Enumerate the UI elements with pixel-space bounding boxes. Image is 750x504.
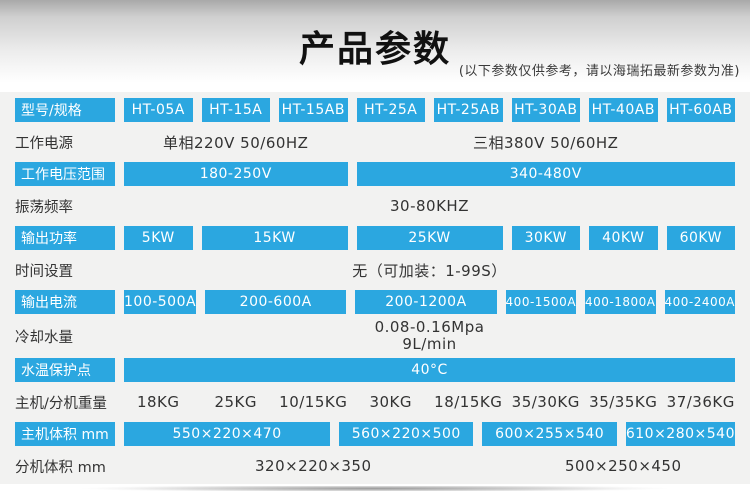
spec-cell: 100-500A xyxy=(124,290,196,314)
spec-cell: 5KW xyxy=(124,226,193,250)
spec-cell: 25KG xyxy=(202,393,271,411)
row-label: 工作电源 xyxy=(15,132,115,153)
spec-cell: 35/35KG xyxy=(589,393,658,411)
spec-row: 型号/规格 HT-05A HT-15A HT-15AB HT-25A HT-25AB HT-… xyxy=(15,96,735,124)
spec-row: 水温保护点 40°C xyxy=(15,356,735,384)
spec-cell: 37/36KG xyxy=(667,393,736,411)
row-label: 时间设置 xyxy=(15,260,115,281)
spec-cell: 三相380V 50/60HZ xyxy=(357,132,736,153)
spec-cell: HT-25AB xyxy=(434,98,503,122)
spec-cell: 600×255×540 xyxy=(482,422,616,446)
spec-cell: 10/15KG xyxy=(279,393,348,411)
spec-row: 时间设置无（可加装：1-99S） xyxy=(15,252,735,288)
spec-cell: 无（可加装：1-99S） xyxy=(124,260,735,281)
row-label: 输出电流 xyxy=(15,290,115,314)
spec-cell: 200-600A xyxy=(205,290,346,314)
spec-cell: 500×250×450 xyxy=(512,457,736,475)
spec-cell: HT-60AB xyxy=(667,98,736,122)
row-label: 输出功率 xyxy=(15,226,115,250)
spec-cell: 30KG xyxy=(357,393,426,411)
spec-cell: 400-1500A xyxy=(506,290,576,314)
spec-cell: HT-30AB xyxy=(512,98,581,122)
row-label: 冷却水量 xyxy=(15,326,115,347)
page-subtitle: (以下参数仅供参考，请以海瑞拓最新参数为准) xyxy=(459,60,740,79)
spec-cell: 40KW xyxy=(589,226,658,250)
spec-cell: 单相220V 50/60HZ xyxy=(124,132,348,153)
spec-cell: 340-480V xyxy=(357,162,736,186)
spec-cell: 15KW xyxy=(202,226,348,250)
spec-cell: 400-2400A xyxy=(665,290,735,314)
spec-row: 输出电流 100-500A 200-600A 200-1200A 400-1500A 40… xyxy=(15,288,735,316)
spec-cell: 400-1800A xyxy=(585,290,655,314)
spec-cell: 200-1200A xyxy=(355,290,496,314)
spec-cell: 40°C xyxy=(124,358,735,382)
spec-cell: 18/15KG xyxy=(434,393,503,411)
spec-cell: 18KG xyxy=(124,393,193,411)
row-label: 分机体积 mm xyxy=(15,456,115,477)
spec-cell: 60KW xyxy=(667,226,736,250)
spec-row: 输出功率 5KW 15KW 25KW 30KW 40KW 60KW xyxy=(15,224,735,252)
spec-cell: HT-40AB xyxy=(589,98,658,122)
spec-cell: 30-80KHZ xyxy=(124,197,735,215)
spec-table: 型号/规格 HT-05A HT-15A HT-15AB HT-25A HT-25AB HT-… xyxy=(0,92,750,484)
spec-cell: 25KW xyxy=(357,226,503,250)
spec-cell: 0.08-0.16Mpa 9L/min xyxy=(124,319,735,354)
row-label: 振荡频率 xyxy=(15,196,115,217)
spec-row: 分机体积 mm 320×220×350 500×250×450 xyxy=(15,448,735,484)
row-label: 主机体积 mm xyxy=(15,422,115,446)
spec-row: 冷却水量 0.08-0.16Mpa 9L/min xyxy=(15,316,735,356)
spec-cell: HT-05A xyxy=(124,98,193,122)
product-spec-page: 产品参数 (以下参数仅供参考，请以海瑞拓最新参数为准) 型号/规格 HT-05A H… xyxy=(0,0,750,504)
spec-cell: 610×280×540 xyxy=(626,422,735,446)
spec-cell: 30KW xyxy=(512,226,581,250)
spec-row: 工作电源单相220V 50/60HZ 三相380V 50/60HZ xyxy=(15,124,735,160)
spec-cell: HT-15A xyxy=(202,98,271,122)
spec-cell: 180-250V xyxy=(124,162,348,186)
spec-cell: HT-25A xyxy=(357,98,426,122)
spec-cell: 550×220×470 xyxy=(124,422,330,446)
row-label: 工作电压范围 xyxy=(15,162,115,186)
spec-row: 主机体积 mm 550×220×470 560×220×500 600×255×540… xyxy=(15,420,735,448)
divider-shadow xyxy=(0,486,750,491)
row-label: 型号/规格 xyxy=(15,98,115,122)
row-label: 水温保护点 xyxy=(15,358,115,382)
header: 产品参数 (以下参数仅供参考，请以海瑞拓最新参数为准) xyxy=(0,0,750,92)
row-label: 主机/分机重量 xyxy=(15,392,115,413)
spec-row: 振荡频率 30-80KHZ xyxy=(15,188,735,224)
spec-row: 工作电压范围 180-250V 340-480V xyxy=(15,160,735,188)
spec-row: 主机/分机重量 18KG 25KG 10/15KG 30KG 18/15KG 35/30KG… xyxy=(15,384,735,420)
spec-cell: 35/30KG xyxy=(512,393,581,411)
spec-cell: HT-15AB xyxy=(279,98,348,122)
spec-cell: 320×220×350 xyxy=(124,457,503,475)
spec-cell: 560×220×500 xyxy=(339,422,473,446)
